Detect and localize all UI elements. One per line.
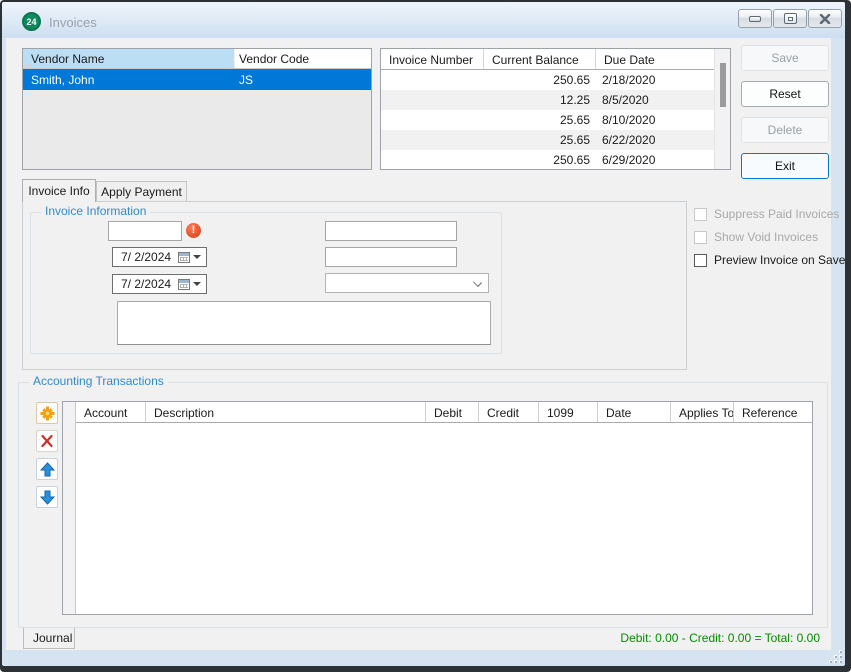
move-down-button[interactable] <box>36 486 58 508</box>
resize-grip[interactable] <box>830 651 842 663</box>
invoice-row[interactable]: 25.65 6/22/2020 <box>381 130 714 150</box>
dropdown-arrow-icon[interactable] <box>193 282 201 286</box>
current-balance-column-header[interactable]: Current Balance <box>484 49 596 69</box>
calendar-icon <box>178 279 190 290</box>
group-title: Accounting Transactions <box>29 374 168 388</box>
invoice-number-cell <box>381 70 484 90</box>
invoice-row[interactable]: 250.65 2/18/2020 <box>381 70 714 90</box>
due-date-column-header[interactable]: Due Date <box>596 49 714 69</box>
minimize-button[interactable] <box>738 9 772 28</box>
due-date-cell: 6/22/2020 <box>596 130 714 150</box>
status-dropdown[interactable] <box>325 273 489 293</box>
vendor-row-selected[interactable]: Smith, John JS <box>23 69 371 90</box>
due-date-cell: 6/29/2020 <box>596 150 714 170</box>
due-date-cell: 8/5/2020 <box>596 90 714 110</box>
invoice-row[interactable]: 12.25 8/5/2020 <box>381 90 714 110</box>
checkbox-icon <box>694 231 707 244</box>
due-date-value: 7/ 2/2024 <box>113 277 178 291</box>
vendor-code-cell: JS <box>235 69 371 90</box>
app-icon: 24 <box>22 12 41 31</box>
maximize-icon <box>784 13 797 24</box>
down-arrow-icon <box>40 490 55 505</box>
title-bar[interactable]: 24 Invoices <box>2 2 845 38</box>
invoice-grid: Invoice Number Current Balance Due Date … <box>380 48 731 170</box>
checkbox-icon <box>694 254 707 267</box>
checkbox-label: Show Void Invoices <box>714 230 818 244</box>
transactions-grid[interactable]: Account Description Debit Credit 1099 Da… <box>62 401 813 615</box>
invoice-date-picker[interactable]: 7/ 2/2024 <box>112 247 207 267</box>
vendor-name-column-header[interactable]: Vendor Name <box>23 49 235 68</box>
credit-column-header[interactable]: Credit <box>479 402 539 422</box>
balance-cell: 250.65 <box>484 70 596 90</box>
checkbox-icon <box>694 208 707 221</box>
window-title: Invoices <box>49 15 97 30</box>
debit-column-header[interactable]: Debit <box>426 402 479 422</box>
scrollbar-thumb[interactable] <box>720 63 726 107</box>
calendar-icon <box>178 252 190 263</box>
vendor-name-cell: Smith, John <box>23 69 235 90</box>
invoice-number-cell <box>381 130 484 150</box>
checkbox-label: Preview Invoice on Save <box>714 253 845 267</box>
row-header-column <box>63 402 76 614</box>
due-date-cell: 2/18/2020 <box>596 70 714 90</box>
due-date-cell: 8/10/2020 <box>596 110 714 130</box>
invoice-number-cell <box>381 150 484 170</box>
description-textarea[interactable] <box>117 301 491 345</box>
balance-cell: 25.65 <box>484 110 596 130</box>
reset-button[interactable]: Reset <box>741 81 829 107</box>
purchase-order-input[interactable] <box>325 247 457 267</box>
dropdown-arrow-icon[interactable] <box>193 255 201 259</box>
tab-journal[interactable]: Journal <box>23 628 75 649</box>
invoice-number-input[interactable] <box>325 221 457 241</box>
checkbox-label: Suppress Paid Invoices <box>714 207 839 221</box>
red-x-icon <box>40 434 54 448</box>
new-star-icon <box>40 406 55 421</box>
invoice-number-column-header[interactable]: Invoice Number <box>381 49 484 69</box>
exit-button[interactable]: Exit <box>741 153 829 179</box>
description-column-header[interactable]: Description <box>146 402 426 422</box>
invoice-row[interactable]: 25.65 8/10/2020 <box>381 110 714 130</box>
due-date-picker[interactable]: 7/ 2/2024 <box>112 274 207 294</box>
applies-to-column-header[interactable]: Applies To <box>671 402 734 422</box>
tab-apply-payment[interactable]: Apply Payment <box>96 181 187 201</box>
validation-error-icon: ! <box>186 223 201 238</box>
reference-column-header[interactable]: Reference <box>734 402 812 422</box>
tab-invoice-info[interactable]: Invoice Info <box>22 179 96 202</box>
balance-cell: 250.65 <box>484 150 596 170</box>
invoice-grid-header: Invoice Number Current Balance Due Date <box>381 49 714 70</box>
vertical-scrollbar[interactable] <box>714 49 730 169</box>
invoice-row[interactable]: 250.65 6/29/2020 <box>381 150 714 170</box>
add-transaction-button[interactable] <box>36 402 58 424</box>
ten99-column-header[interactable]: 1099 <box>539 402 598 422</box>
balance-cell: 12.25 <box>484 90 596 110</box>
close-button[interactable] <box>808 9 842 28</box>
vendor-grid: Vendor Name Vendor Code Smith, John JS <box>22 48 372 170</box>
balance-cell: 25.65 <box>484 130 596 150</box>
save-button[interactable]: Save <box>741 45 829 71</box>
transactions-grid-header: Account Description Debit Credit 1099 Da… <box>76 402 812 423</box>
account-column-header[interactable]: Account <box>76 402 146 422</box>
show-void-invoices-checkbox[interactable]: Show Void Invoices <box>694 230 818 244</box>
preview-invoice-on-save-checkbox[interactable]: Preview Invoice on Save <box>694 253 845 267</box>
move-up-button[interactable] <box>36 458 58 480</box>
chevron-down-icon <box>473 278 482 287</box>
invoice-date-value: 7/ 2/2024 <box>113 250 178 264</box>
totals-summary: Debit: 0.00 - Credit: 0.00 = Total: 0.00 <box>620 631 820 645</box>
group-title: Invoice Information <box>41 204 150 218</box>
invoice-number-cell <box>381 110 484 130</box>
delete-button[interactable]: Delete <box>741 117 829 143</box>
invoice-number-cell <box>381 90 484 110</box>
up-arrow-icon <box>40 462 55 477</box>
maximize-button[interactable] <box>773 9 807 28</box>
delete-transaction-button[interactable] <box>36 430 58 452</box>
suppress-paid-invoices-checkbox[interactable]: Suppress Paid Invoices <box>694 207 839 221</box>
minimize-icon <box>749 16 761 22</box>
date-column-header[interactable]: Date <box>598 402 671 422</box>
vendor-grid-header: Vendor Name Vendor Code <box>23 49 371 69</box>
vendor-code-column-header[interactable]: Vendor Code <box>235 49 371 68</box>
amount-due-input[interactable] <box>108 221 182 241</box>
invoices-window: 24 Invoices Vendor Name Vendor Code Smit… <box>0 0 851 672</box>
close-icon <box>819 14 831 24</box>
